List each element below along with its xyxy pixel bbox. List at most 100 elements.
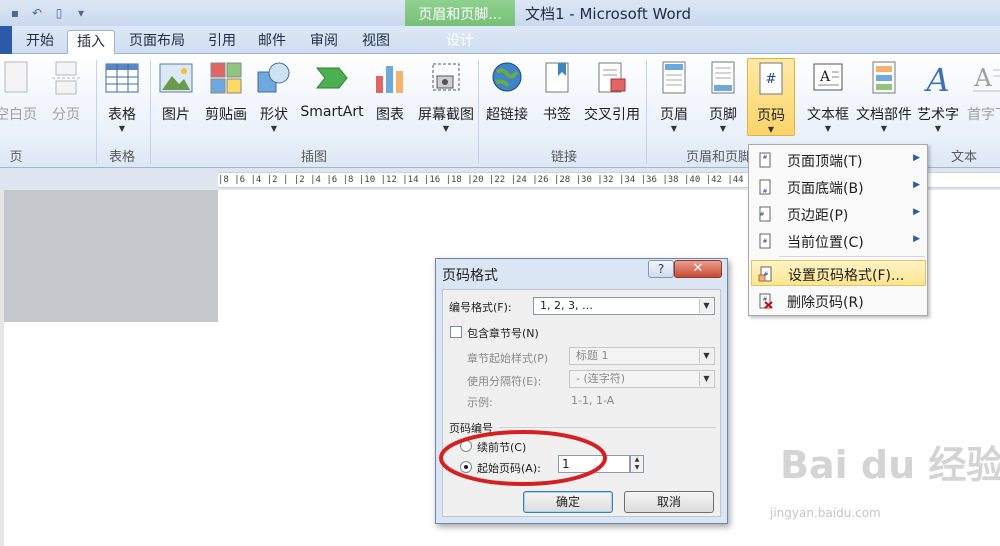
cross-reference-icon [598,62,626,93]
screenshot-button[interactable]: 屏幕截图 ▼ [416,58,476,136]
help-button[interactable]: ? [648,260,674,278]
include-chapter-label: 包含章节号(N) [467,327,539,340]
tab-home[interactable]: 开始 [18,30,62,54]
smartart-icon [315,67,348,89]
document-background [0,190,218,322]
svg-text:#: # [759,211,764,218]
page-number-icon: # [759,62,783,95]
page-number-menu: # 页面顶端(T) ▶ # 页面底端(B) ▶ # 页边距(P) ▶ # 当前位… [748,144,928,316]
tab-design[interactable]: 设计 [405,30,515,54]
wordart-icon: A [923,61,949,96]
watermark-logo: Bai du 经验 [780,443,1000,487]
quick-parts-button[interactable]: 文档部件 ▼ [854,58,914,136]
shapes-icon [257,62,290,93]
chapter-style-label: 章节起始样式(P) [467,352,549,365]
undo-icon[interactable]: ↶ [28,4,46,22]
group-label-pages: 页 [9,150,23,165]
chevron-down-icon: ▼ [118,124,126,133]
quick-access-toolbar: ▪ ↶ ▯ ▾ [0,2,90,24]
text-box-button[interactable]: A 文本框 ▼ [798,58,858,136]
menu-item-format-page-numbers[interactable]: # 设置页码格式(F)... [751,260,926,286]
svg-text:#: # [762,296,767,303]
group-label-tables: 表格 [108,150,135,165]
page-number-button[interactable]: # 页码 ▼ [747,58,795,136]
drop-cap-button[interactable]: A 首字下 [958,58,1000,136]
submenu-arrow-icon: ▶ [913,234,920,244]
start-at-spinner[interactable]: ▲ ▼ [630,455,644,473]
chevron-down-icon: ▼ [699,372,713,386]
menu-item-bottom-of-page[interactable]: # 页面底端(B) ▶ [751,174,926,200]
close-button[interactable]: ✕ [674,260,722,278]
context-group-label: 页眉和页脚... [418,7,502,23]
page-break-icon [52,61,80,95]
chevron-down-icon: ▼ [699,349,713,363]
chart-button[interactable]: 图表 [360,58,420,136]
baidu-watermark: Bai du 经验 jingyan.baidu.com [770,430,1000,530]
group-label-header-footer: 页眉和页脚 [686,150,752,165]
new-document-icon[interactable]: ▯ [50,4,68,22]
blank-page-icon [4,61,28,93]
smartart-button[interactable]: SmartArt [300,58,364,136]
chevron-down-icon: ▼ [270,124,278,133]
text-box-icon: A [813,63,843,91]
dialog-title: 页码格式 [442,268,498,284]
number-format-select[interactable]: 1, 2, 3, … ▼ [533,297,715,315]
customize-qat-icon[interactable]: ▾ [72,4,90,22]
include-chapter-checkbox[interactable] [450,326,462,338]
svg-text:#: # [762,188,767,195]
footer-icon [711,61,735,94]
chevron-down-icon: ▼ [880,124,888,133]
menu-item-remove-page-numbers[interactable]: # 删除页码(R) [751,288,926,314]
current-position-icon: # [759,233,771,249]
separator-select[interactable]: - (连字符) ▼ [569,370,715,388]
table-icon [105,63,139,93]
tab-review[interactable]: 审阅 [302,30,346,54]
number-format-label: 编号格式(F): [449,301,512,314]
menu-separator [779,256,925,257]
menu-item-page-margins[interactable]: # 页边距(P) ▶ [751,201,926,227]
hyperlink-globe-icon [492,62,522,92]
example-value: 1-1, 1-A [571,394,615,407]
table-button[interactable]: 表格 ▼ [92,58,152,136]
tab-page-layout[interactable]: 页面布局 [122,30,192,54]
chevron-down-icon: ▼ [719,124,727,133]
svg-text:#: # [766,72,777,87]
chevron-down-icon: ▼ [767,125,775,134]
page-top-icon: # [759,152,771,168]
submenu-arrow-icon: ▶ [913,180,920,190]
ok-button[interactable]: 确定 [523,491,613,513]
group-label-illustrations: 插图 [300,150,327,165]
save-icon[interactable]: ▪ [6,4,24,22]
tab-references[interactable]: 引用 [200,30,244,54]
group-label-links: 链接 [550,150,577,165]
svg-text:#: # [762,238,767,245]
shapes-button[interactable]: 形状 ▼ [244,58,304,136]
vertical-ruler [0,190,4,546]
clip-art-icon [210,62,242,94]
chapter-style-select[interactable]: 标题 1 ▼ [569,347,715,365]
file-tab[interactable] [0,26,12,54]
tab-insert[interactable]: 插入 [67,30,115,54]
cross-reference-button[interactable]: 交叉引用 [582,58,642,136]
red-annotation-ellipse [439,430,607,486]
quick-parts-icon [872,61,896,94]
submenu-arrow-icon: ▶ [913,207,920,217]
chevron-down-icon: ▼ [699,299,713,313]
page-break-button[interactable]: 分页 [36,58,96,136]
svg-text:A: A [923,61,949,96]
menu-item-top-of-page[interactable]: # 页面顶端(T) ▶ [751,147,926,173]
menu-item-current-position[interactable]: # 当前位置(C) ▶ [751,228,926,254]
tab-mailings[interactable]: 邮件 [250,30,294,54]
page-bottom-icon: # [759,179,771,195]
remove-page-number-icon: # [759,293,773,309]
svg-text:#: # [762,154,767,161]
chart-icon [376,66,403,93]
cancel-button[interactable]: 取消 [624,491,714,513]
bookmark-button[interactable]: 书签 [527,58,587,136]
chevron-down-icon: ▼ [824,124,832,133]
picture-icon [159,63,193,93]
screenshot-icon [432,63,460,91]
separator-label: 使用分隔符(E): [467,375,542,388]
tab-view[interactable]: 视图 [354,30,398,54]
watermark-url: jingyan.baidu.com [770,506,881,520]
